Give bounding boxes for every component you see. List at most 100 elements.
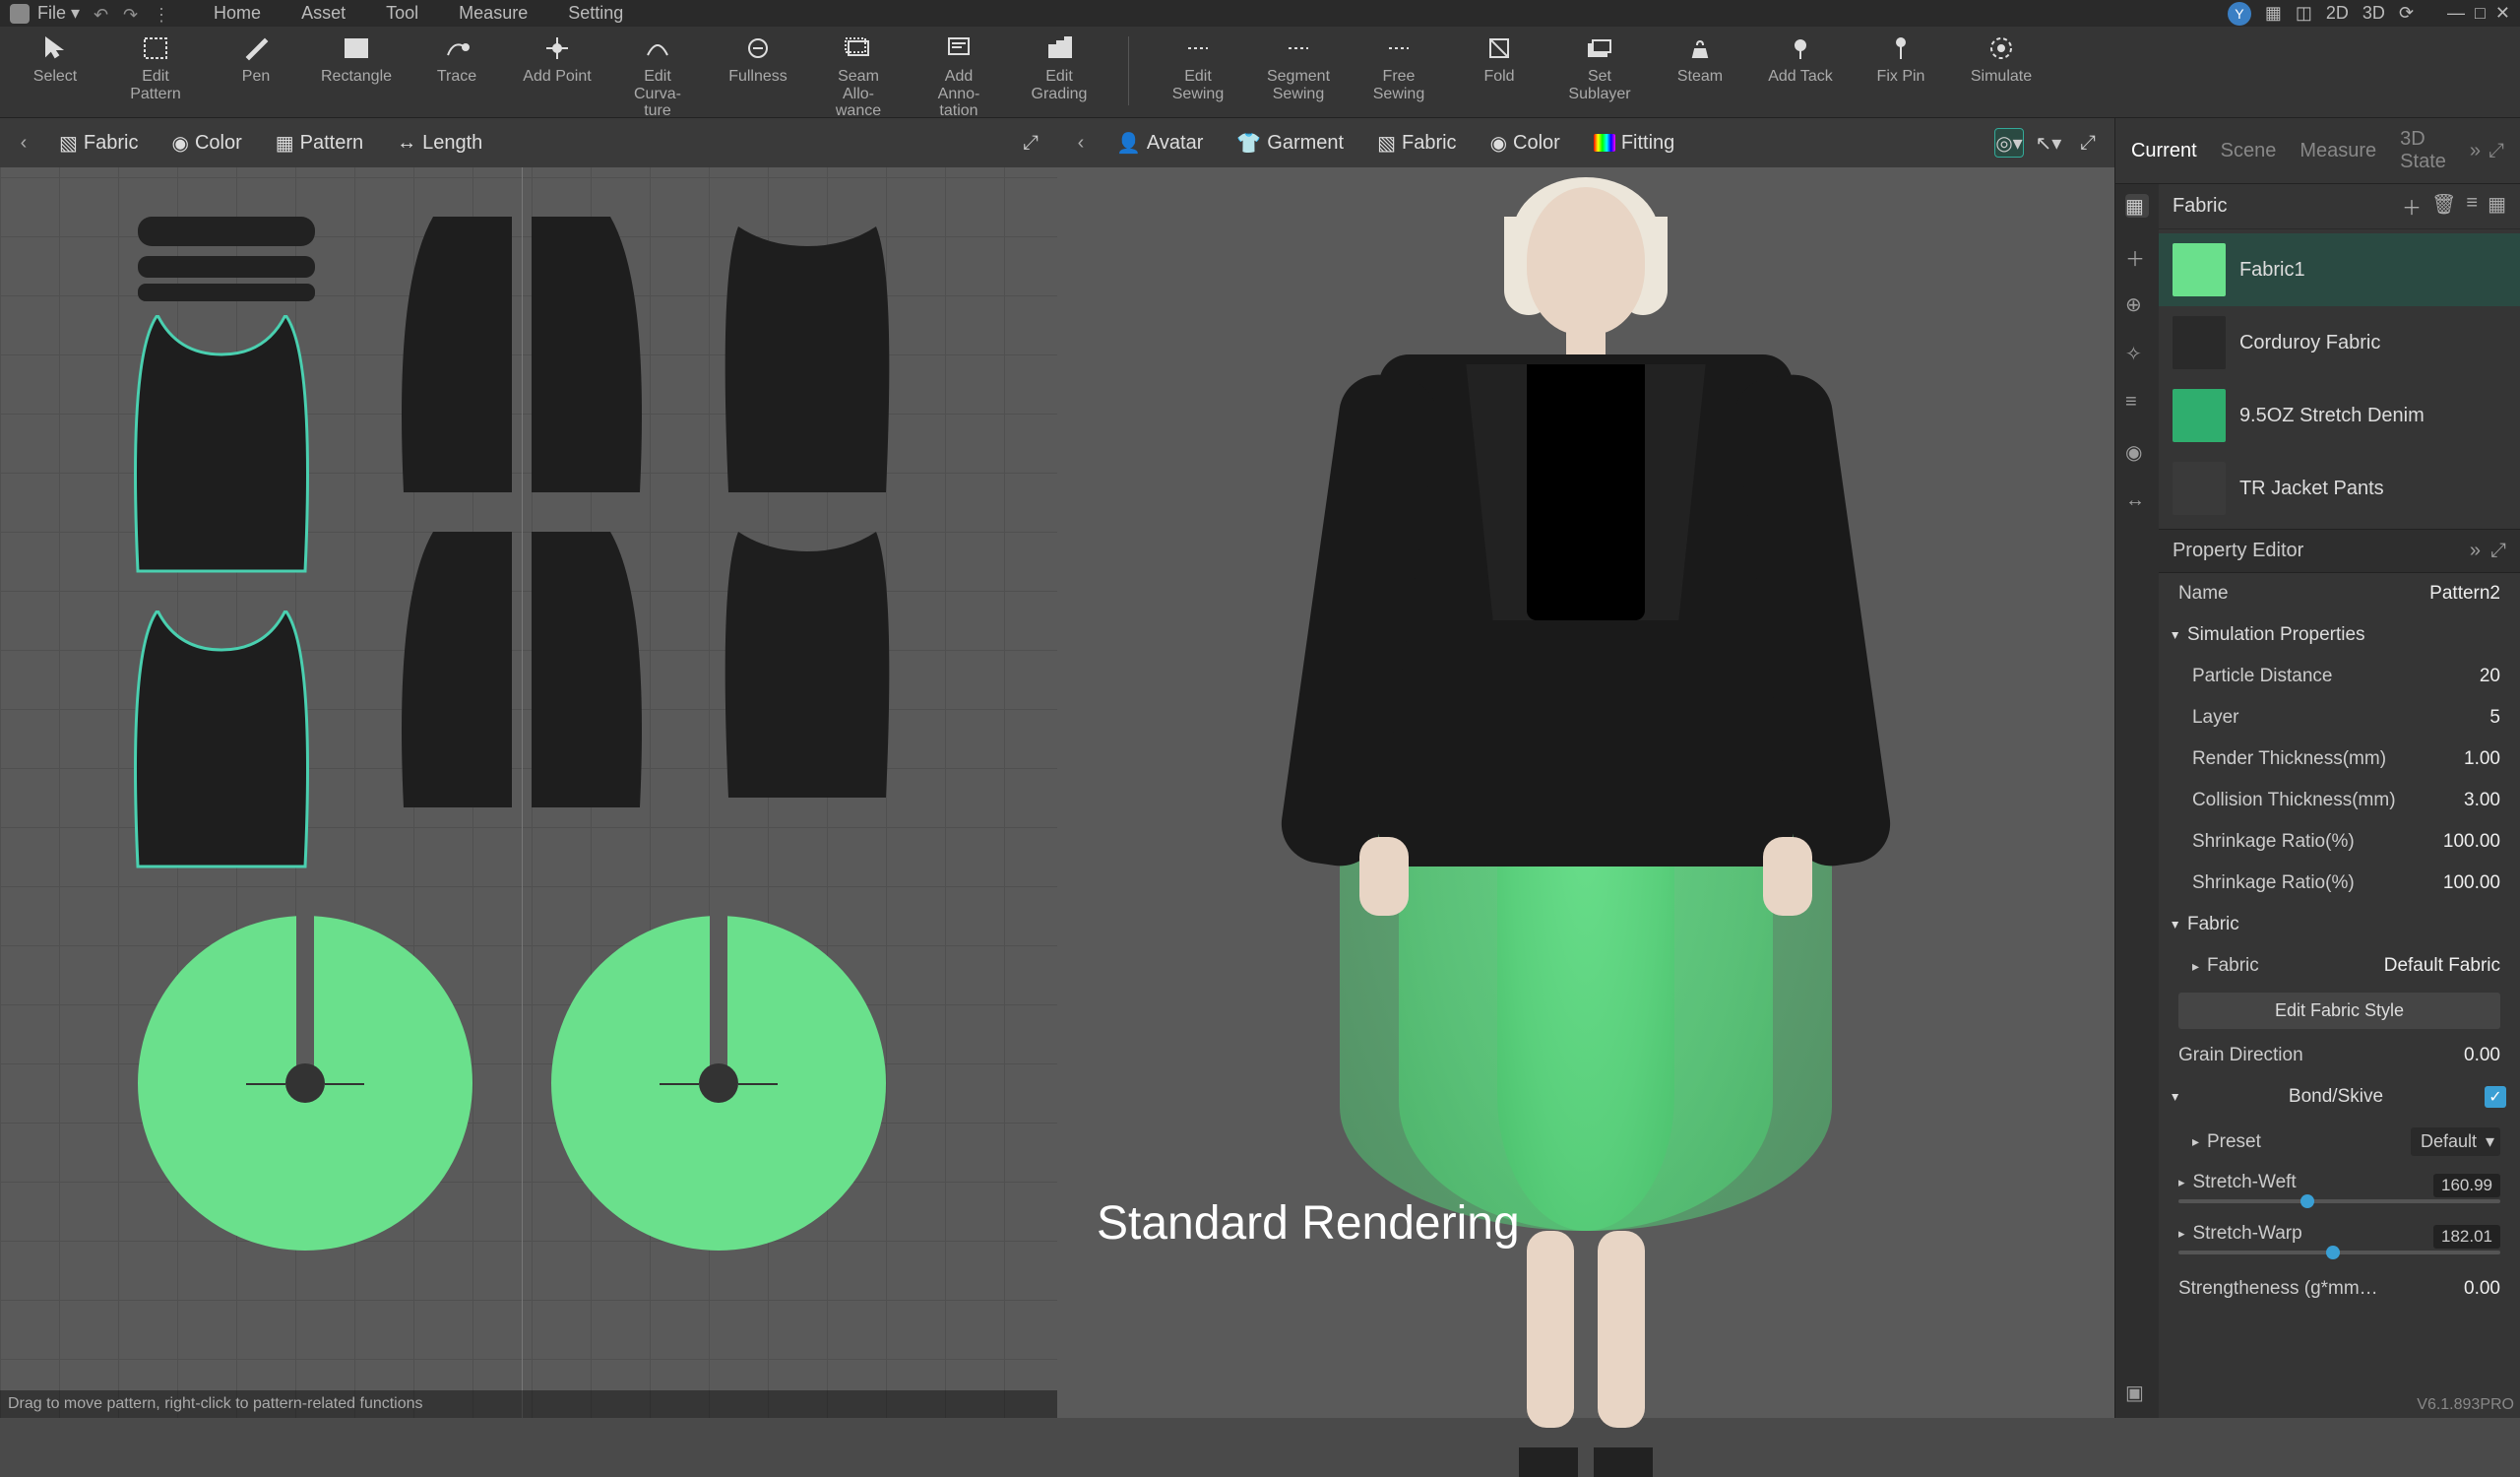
refresh-icon[interactable]: ⟳ [2399,3,2414,24]
menu-setting[interactable]: Setting [568,3,623,23]
tool-rectangle[interactable]: Rectangle [321,32,392,86]
preset-select[interactable]: Default [2411,1127,2500,1156]
prop-value[interactable]: 100.00 [2443,831,2500,853]
tool-steam[interactable]: Steam [1665,32,1735,86]
stretch-weft-slider[interactable]: 160.99 [2178,1199,2500,1203]
collapse-right-icon[interactable]: » [2470,140,2481,162]
tool-segment-sewing[interactable]: SegmentSewing [1263,32,1334,102]
tool-fold[interactable]: Fold [1464,32,1535,86]
tab-garment[interactable]: 👕Garment [1227,125,1354,161]
tool-edit-sewing[interactable]: Edit Sewing [1163,32,1233,102]
list-view-icon[interactable]: ≡ [2466,192,2478,221]
expand-2d-icon[interactable]: ⤢ [1016,128,1045,158]
grain-value[interactable]: 0.00 [2464,1045,2500,1066]
tool-seam-allo-wance[interactable]: Seam Allo-wance [823,32,894,120]
fabric-item[interactable]: Fabric1 [2159,233,2520,306]
prop-value[interactable]: 20 [2480,666,2500,687]
more-icon[interactable]: ⋮ [153,5,170,23]
tool-fullness[interactable]: Fullness [723,32,793,86]
layout-icon[interactable]: ▦ [2265,3,2282,24]
add-fabric-icon[interactable]: ＋ [2402,192,2422,221]
view-3d-button[interactable]: 3D [2362,3,2385,24]
strip-avatar-icon[interactable]: ◉ [2125,440,2149,464]
close-icon[interactable]: ✕ [2495,3,2510,24]
tool-add-anno-tation[interactable]: Add Anno-tation [923,32,994,120]
menu-asset[interactable]: Asset [301,3,346,23]
user-avatar-icon[interactable]: Y [2228,2,2251,26]
tool-free-sewing[interactable]: Free Sewing [1363,32,1434,102]
fabric-item[interactable]: 9.5OZ Stretch Denim [2159,379,2520,452]
tab-length-2d[interactable]: ↔Length [387,126,492,161]
camera-mode-icon[interactable]: ◎▾ [1994,128,2024,158]
name-value[interactable]: Pattern2 [2429,583,2500,605]
collapse-prop-icon[interactable]: » [2470,540,2481,562]
stretch-warp-slider[interactable]: 182.01 [2178,1251,2500,1254]
stretch-warp-value[interactable]: 182.01 [2433,1225,2500,1249]
tab-fabric-3d[interactable]: ▧Fabric [1367,125,1466,161]
bond-group[interactable]: Bond/Skive ✓ [2159,1076,2520,1118]
prop-value[interactable]: 1.00 [2464,748,2500,770]
fabric-value[interactable]: Default Fabric [2384,955,2500,977]
fabric-item[interactable]: Corduroy Fabric [2159,306,2520,379]
prop-value[interactable]: 100.00 [2443,872,2500,894]
tab-color-3d[interactable]: ◉Color [1480,125,1570,161]
grid-view-icon[interactable]: ▦ [2488,192,2506,221]
tool-trace[interactable]: Trace [421,32,492,86]
avatar-model[interactable] [1271,187,1901,1447]
file-menu[interactable]: File ▾ [37,3,80,24]
skirt-pattern-left[interactable] [138,916,472,1251]
tab-pattern-2d[interactable]: ▦Pattern [266,125,373,161]
strip-fabric-icon[interactable]: ▦ [2125,194,2149,218]
fabric-item[interactable]: TR Jacket Pants [2159,452,2520,525]
menu-tool[interactable]: Tool [386,3,418,23]
skirt-pattern-right[interactable] [551,916,886,1251]
menu-measure[interactable]: Measure [459,3,528,23]
tool-edit-curva-ture[interactable]: Edit Curva-ture [622,32,693,120]
tab-fabric-2d[interactable]: ▧Fabric [49,125,148,161]
view-2d-button[interactable]: 2D [2326,3,2349,24]
tool-edit-pattern[interactable]: Edit Pattern [120,32,191,102]
expand-prop-icon[interactable]: ⤢ [2490,540,2506,562]
tool-set-sublayer[interactable]: Set Sublayer [1564,32,1635,102]
strip-list-icon[interactable]: ≡ [2125,391,2149,415]
expand-3d-icon[interactable]: ⤢ [2073,128,2103,158]
stretch-weft-value[interactable]: 160.99 [2433,1174,2500,1197]
bond-checkbox[interactable]: ✓ [2485,1086,2506,1108]
expand-right-icon[interactable]: ⤢ [2488,140,2504,162]
pattern-pieces[interactable] [0,177,1057,1418]
tab-fitting[interactable]: Fitting [1584,126,1684,161]
tool-add-tack[interactable]: Add Tack [1765,32,1836,86]
pattern-2d-panel[interactable]: ‹ ▧Fabric ◉Color ▦Pattern ↔Length ⤢ [0,118,1057,1418]
prev-icon[interactable]: ‹ [12,132,35,155]
minimize-icon[interactable]: — [2447,3,2465,24]
menu-home[interactable]: Home [214,3,261,23]
prop-value[interactable]: 5 [2489,707,2500,729]
tab-measure[interactable]: Measure [2300,140,2376,162]
tab-color-2d[interactable]: ◉Color [161,125,251,161]
tab-scene[interactable]: Scene [2221,140,2277,162]
split-icon[interactable]: ◫ [2296,3,2312,24]
strip-globe-icon[interactable]: ⊕ [2125,292,2149,316]
sim-props-group[interactable]: Simulation Properties [2159,614,2520,656]
delete-fabric-icon[interactable]: 🗑 [2431,192,2456,221]
strip-ruler-icon[interactable]: ↔ [2125,489,2149,513]
cursor-mode-icon[interactable]: ↖▾ [2034,128,2063,158]
maximize-icon[interactable]: □ [2475,3,2486,24]
edit-fabric-style-button[interactable]: Edit Fabric Style [2178,993,2500,1029]
tool-simulate[interactable]: Simulate [1966,32,2037,86]
viewport-3d-panel[interactable]: ‹ 👤Avatar 👕Garment ▧Fabric ◉Color Fittin… [1057,118,2114,1418]
tool-pen[interactable]: Pen [220,32,291,86]
strip-box-icon[interactable]: ▣ [2125,1381,2149,1404]
undo-icon[interactable]: ↶ [94,5,111,23]
strip-add-icon[interactable]: ＋ [2125,243,2149,267]
tool-select[interactable]: Select [20,32,91,86]
tab-3dstate[interactable]: 3D State [2400,128,2446,173]
fabric-group[interactable]: Fabric [2159,904,2520,945]
strength-value[interactable]: 0.00 [2464,1278,2500,1300]
strip-light-icon[interactable]: ✧ [2125,342,2149,365]
tab-avatar[interactable]: 👤Avatar [1106,125,1213,161]
tab-current[interactable]: Current [2131,140,2197,162]
prev-3d-icon[interactable]: ‹ [1069,132,1093,155]
tool-add-point[interactable]: Add Point [522,32,593,86]
tool-edit-grading[interactable]: Edit Grading [1024,32,1095,102]
